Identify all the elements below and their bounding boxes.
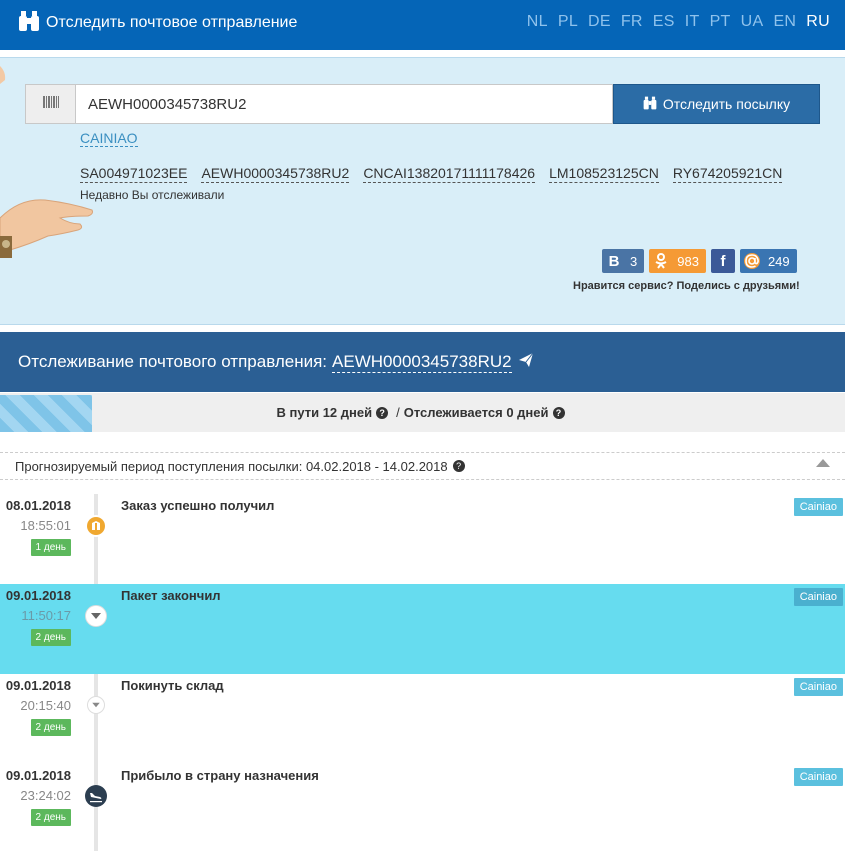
question-icon[interactable]: ? <box>452 460 465 472</box>
lang-ru[interactable]: RU <box>806 13 830 31</box>
paper-plane-icon[interactable] <box>512 352 534 373</box>
event-title: Прибыло в страну назначения <box>121 768 319 783</box>
chevron-down-icon <box>87 696 105 714</box>
lang-en[interactable]: EN <box>773 13 796 31</box>
lang-es[interactable]: ES <box>653 13 675 31</box>
recent-item[interactable]: RY674205921CN <box>672 165 783 183</box>
tracked-days-text: Отслеживается 0 дней <box>403 405 549 420</box>
event-source-badge: Cainiao <box>793 588 843 606</box>
brand[interactable]: Отследить почтовое отправление <box>18 10 298 37</box>
barcode-icon <box>42 95 59 113</box>
in-transit-text: В пути 12 дней <box>276 405 373 420</box>
collapse-icon[interactable] <box>816 459 830 467</box>
event-days-badge: 2 день <box>30 719 71 736</box>
lang-de[interactable]: DE <box>588 13 611 31</box>
mail-share-button[interactable]: 249 <box>739 249 797 273</box>
mail-count: 249 <box>767 253 790 269</box>
event-time: 18:55:01 <box>20 518 71 533</box>
brand-title: Отследить почтовое отправление <box>46 14 298 31</box>
event-date: 09.01.2018 <box>5 588 71 603</box>
social-share: В 3 983 f 249 <box>602 249 797 273</box>
recent-item[interactable]: LM108523125CN <box>549 165 659 183</box>
lang-pl[interactable]: PL <box>558 13 578 31</box>
vk-count: 3 <box>630 253 638 269</box>
language-switcher: NL PL DE FR ES IT PT UA EN RU <box>527 13 830 31</box>
odnoklassniki-icon <box>649 249 673 273</box>
track-parcel-button[interactable]: Отследить посылку <box>613 84 820 124</box>
barcode-scan-button[interactable] <box>25 84 75 124</box>
event-title: Покинуть склад <box>121 678 224 693</box>
tracking-title: Отслеживание почтового отправления: <box>18 352 328 371</box>
event-row: 09.01.2018 11:50:17 2 день Пакет закончи… <box>0 584 845 674</box>
event-date: 09.01.2018 <box>5 678 71 693</box>
transit-days: В пути 12 дней ? / Отслеживается 0 дней … <box>0 393 845 432</box>
recent-item[interactable]: AEWH0000345738RU2 <box>201 165 350 183</box>
question-icon[interactable]: ? <box>376 406 389 419</box>
delivery-forecast: Прогнозируемый период поступления посылк… <box>0 452 845 480</box>
event-days-badge: 2 день <box>30 629 71 646</box>
event-source-badge: Cainiao <box>793 678 843 696</box>
binoculars-icon <box>18 10 46 37</box>
lang-ua[interactable]: UA <box>741 13 764 31</box>
event-title: Пакет закончил <box>121 588 221 603</box>
question-icon[interactable]: ? <box>552 406 565 419</box>
carrier-link[interactable]: CAINIAO <box>80 130 138 147</box>
ok-count: 983 <box>677 253 699 269</box>
lang-pt[interactable]: PT <box>710 13 731 31</box>
tracking-number-link[interactable]: AEWH0000345738RU2 <box>332 352 512 373</box>
lang-it[interactable]: IT <box>685 13 700 31</box>
event-row: 08.01.2018 18:55:01 1 день Заказ успешно… <box>0 494 845 584</box>
recent-label: Недавно Вы отслеживали <box>80 188 225 202</box>
track-parcel-label: Отследить посылку <box>662 96 791 112</box>
event-days-badge: 2 день <box>30 809 71 826</box>
forecast-text: Прогнозируемый период поступления посылк… <box>15 458 448 474</box>
ok-share-button[interactable]: 983 <box>649 249 706 273</box>
recent-item[interactable]: SA004971023EE <box>80 165 188 183</box>
top-bar: Отследить почтовое отправление NL PL DE … <box>0 0 845 50</box>
event-days-badge: 1 день <box>30 539 71 556</box>
lang-fr[interactable]: FR <box>621 13 643 31</box>
event-time: 23:24:02 <box>20 788 71 803</box>
facebook-share-button[interactable]: f <box>710 249 735 273</box>
event-date: 09.01.2018 <box>5 768 71 783</box>
facebook-icon: f <box>720 252 726 270</box>
package-icon <box>85 515 107 537</box>
event-row: 09.01.2018 20:15:40 2 день Покинуть скла… <box>0 674 845 764</box>
recent-tracking-list: SA004971023EE AEWH0000345738RU2 CNCAI138… <box>80 165 783 183</box>
event-source-badge: Cainiao <box>793 498 843 516</box>
vk-icon: В <box>608 252 620 270</box>
recent-item[interactable]: CNCAI13820171111178426 <box>363 165 536 183</box>
share-prompt: Нравится сервис? Поделись с друзьями! <box>573 280 800 292</box>
tracking-events: 08.01.2018 18:55:01 1 день Заказ успешно… <box>0 494 845 851</box>
transit-days-bar: В пути 12 дней ? / Отслеживается 0 дней … <box>0 393 845 432</box>
binoculars-icon <box>643 96 657 113</box>
search-row: Отследить посылку <box>25 84 820 124</box>
days-separator: / <box>396 405 400 420</box>
event-row: 09.01.2018 23:24:02 2 день Прибыло в стр… <box>0 764 845 851</box>
tracking-header: Отслеживание почтового отправления: AEWH… <box>0 332 845 392</box>
tracking-number-input[interactable] <box>75 84 613 124</box>
event-time: 11:50:17 <box>21 608 71 623</box>
event-date: 08.01.2018 <box>5 498 71 513</box>
event-time: 20:15:40 <box>20 698 71 713</box>
event-source-badge: Cainiao <box>793 768 843 786</box>
lang-nl[interactable]: NL <box>527 13 548 31</box>
at-sign-icon <box>740 249 764 273</box>
event-title: Заказ успешно получил <box>121 498 275 513</box>
airplane-landing-icon <box>85 785 107 807</box>
search-panel: Отследить посылку CAINIAO SA004971023EE … <box>0 57 845 325</box>
chevron-down-icon <box>85 605 107 627</box>
vk-share-button[interactable]: В 3 <box>602 249 645 273</box>
